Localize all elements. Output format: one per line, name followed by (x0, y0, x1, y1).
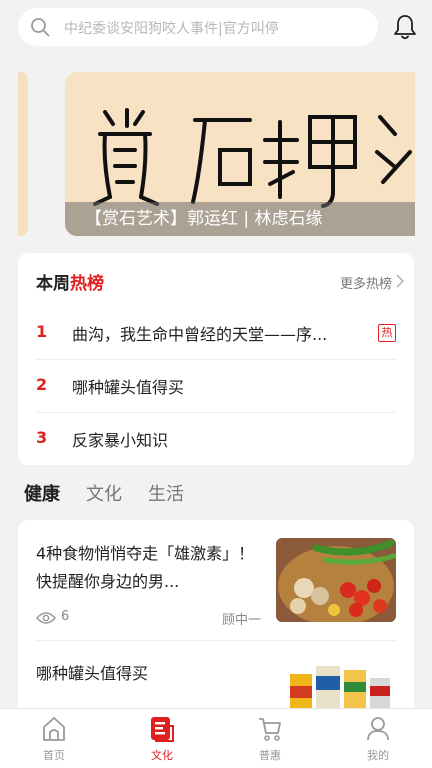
nav-label: 普惠 (259, 749, 281, 762)
hot-item-rank: 2 (36, 375, 48, 394)
weekly-hot-list: 本周热榜 更多热榜 1 曲沟，我生命中曾经的天堂——序... 热 2 哪种罐头值… (18, 253, 414, 465)
nav-culture[interactable]: 文化 (108, 709, 216, 768)
tab-life[interactable]: 生活 (148, 480, 184, 506)
hot-item-title[interactable]: 反家暴小知识 (72, 427, 362, 451)
tab-culture[interactable]: 文化 (86, 480, 122, 506)
nav-home[interactable]: 首页 (0, 709, 108, 768)
article-author: 顾中一 (222, 613, 262, 628)
bell-icon[interactable] (392, 13, 418, 41)
hot-item-title[interactable]: 哪种罐头值得买 (72, 374, 362, 398)
hot-item-1[interactable]: 1 曲沟，我生命中曾经的天堂——序... 热 (36, 307, 396, 359)
culture-icon (151, 717, 174, 742)
hot-list-title-highlight: 热榜 (70, 274, 104, 294)
banner-previous-slide[interactable] (18, 72, 28, 236)
search-bar[interactable]: 中纪委谈安阳狗咬人事件|官方叫停 (18, 8, 378, 46)
home-icon (43, 717, 65, 741)
chevron-right-icon[interactable] (396, 274, 404, 288)
hot-list-title: 本周热榜 (36, 269, 104, 294)
tab-health[interactable]: 健康 (24, 480, 60, 506)
article-title[interactable]: 4种食物悄悄夺走「雄激素」！快提醒你身边的男... (36, 540, 270, 596)
bottom-navigation: 首页 文化 普惠 我的 (0, 708, 432, 768)
banner-caption[interactable]: 【赏石艺术】郭运红 | 林虑石缘 (65, 202, 415, 236)
nav-mine[interactable]: 我的 (324, 709, 432, 768)
cart-icon (259, 718, 281, 741)
more-hot-link[interactable]: 更多热榜 (340, 273, 392, 292)
food-thumbnail-image (276, 538, 396, 622)
hot-item-3[interactable]: 3 反家暴小知识 (36, 413, 396, 465)
hot-tag-badge: 热 (378, 324, 396, 342)
hot-list-title-prefix: 本周 (36, 274, 70, 294)
nav-label: 首页 (43, 749, 65, 762)
banner-slide[interactable]: 【赏石艺术】郭运红 | 林虑石缘 (65, 72, 415, 236)
article-feed: 4种食物悄悄夺走「雄激素」！快提醒你身边的男... 6 顾中一 哪种罐头值得买 (18, 520, 414, 720)
search-icon (31, 18, 50, 37)
nav-label: 我的 (367, 749, 389, 762)
hot-item-rank: 3 (36, 428, 48, 447)
hot-item-2[interactable]: 2 哪种罐头值得买 (36, 360, 396, 412)
view-count: 6 (61, 609, 70, 624)
hot-item-rank: 1 (36, 322, 48, 341)
hot-item-title[interactable]: 曲沟，我生命中曾经的天堂——序... (72, 321, 362, 345)
eye-icon (36, 612, 56, 624)
nav-benefit[interactable]: 普惠 (216, 709, 324, 768)
divider (36, 640, 396, 641)
user-icon (367, 717, 389, 741)
article-title[interactable]: 哪种罐头值得买 (36, 660, 148, 684)
top-bar: 中纪委谈安阳狗咬人事件|官方叫停 (0, 0, 432, 56)
search-placeholder[interactable]: 中纪委谈安阳狗咬人事件|官方叫停 (64, 18, 279, 38)
article-thumbnail[interactable] (276, 538, 396, 622)
nav-label: 文化 (151, 749, 173, 762)
